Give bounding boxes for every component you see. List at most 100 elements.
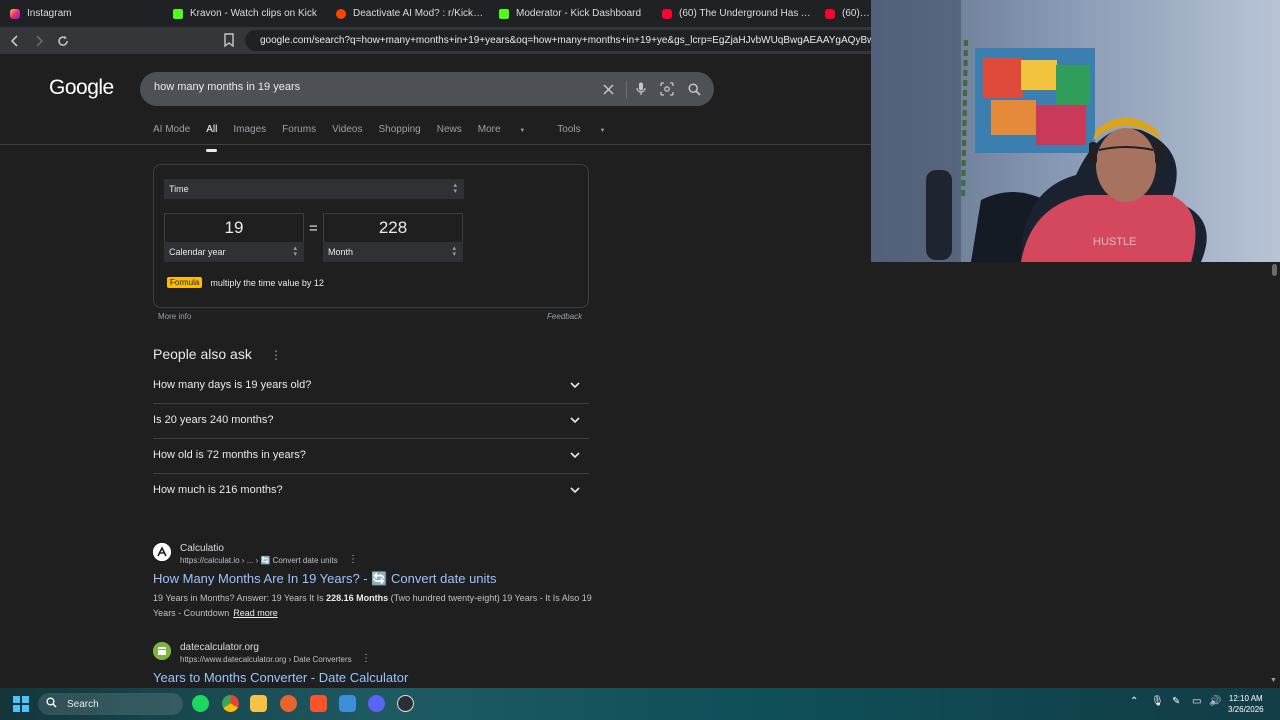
feedback-link[interactable]: Feedback: [547, 312, 582, 321]
instagram-icon: [10, 8, 20, 19]
search-result: datecalculator.org https://www.datecalcu…: [153, 642, 593, 688]
file-explorer-icon[interactable]: [250, 695, 267, 712]
taskbar-search-label: Search: [67, 698, 99, 710]
snippet-text: 19 Years in Months? Answer: 19 Years It …: [153, 593, 327, 603]
result-site-name[interactable]: Calculatio: [180, 543, 224, 554]
tab-reddit[interactable]: Deactivate AI Mod? : r/KickStreaming: [326, 0, 489, 27]
filter-shopping[interactable]: Shopping: [378, 124, 420, 144]
to-value-input[interactable]: 228: [323, 213, 463, 242]
chrome-icon[interactable]: [222, 695, 239, 712]
select-arrows-icon: ▴ ▾: [293, 245, 297, 258]
chevron-down-icon[interactable]: [565, 445, 585, 465]
windows-taskbar: Search ⌃ 🎙 ✎ ▭ 🔊 12:10 AM 3/26/2026: [0, 688, 1280, 720]
more-info-link[interactable]: More info: [158, 312, 191, 321]
volume-icon[interactable]: 🔊: [1209, 696, 1221, 707]
result-url[interactable]: https://www.datecalculator.org › Date Co…: [180, 655, 352, 664]
tab-youtube-2[interactable]: (60) Che: [815, 0, 871, 27]
display-icon[interactable]: ▭: [1192, 696, 1201, 707]
filter-ai-mode[interactable]: AI Mode: [153, 124, 190, 144]
result-title-link[interactable]: Years to Months Converter - Date Calcula…: [153, 670, 408, 685]
tab-title: Instagram: [27, 8, 72, 19]
result-menu-icon[interactable]: ⋮: [361, 653, 371, 664]
result-site-name[interactable]: datecalculator.org: [180, 642, 259, 653]
scroll-down-arrow-icon[interactable]: ▼: [1270, 677, 1277, 684]
snippet-highlight: 228.16 Months: [326, 593, 389, 603]
clear-icon[interactable]: [600, 81, 616, 97]
paa-question[interactable]: How much is 216 months?: [153, 474, 589, 509]
youtube-icon: [825, 8, 835, 19]
paa-question[interactable]: How many days is 19 years old?: [153, 369, 589, 404]
chevron-down-icon[interactable]: [565, 480, 585, 500]
from-unit-value: Calendar year: [169, 247, 226, 257]
brave-icon[interactable]: [310, 695, 327, 712]
tab-kick-dashboard[interactable]: Moderator - Kick Dashboard: [489, 0, 652, 27]
paa-question[interactable]: Is 20 years 240 months?: [153, 404, 589, 439]
paa-question[interactable]: How old is 72 months in years?: [153, 439, 589, 474]
search-result: Calculatio https://calculat.io › ... › 🔄…: [153, 543, 593, 623]
paa-question-text: How many days is 19 years old?: [153, 379, 312, 391]
paa-question-text: Is 20 years 240 months?: [153, 414, 274, 426]
search-box[interactable]: how many months in 19 years: [140, 72, 714, 106]
lens-icon[interactable]: [659, 81, 675, 97]
filter-forums[interactable]: Forums: [282, 124, 316, 144]
tab-title: (60) Che: [842, 8, 871, 19]
result-url[interactable]: https://calculat.io › ... › 🔄 Convert da…: [180, 556, 338, 565]
google-logo[interactable]: Google: [49, 76, 114, 100]
unit-converter-card: Time ▴ ▾ 19 Calendar year ▴ ▾ = 228 Month …: [153, 164, 589, 308]
chevron-up-icon[interactable]: ⌃: [1130, 696, 1138, 707]
tab-youtube-1[interactable]: (60) The Underground Has An Ageist: [652, 0, 815, 27]
more-options-icon[interactable]: ⋮: [270, 348, 282, 362]
app-icon[interactable]: [397, 695, 414, 712]
forward-button[interactable]: [29, 31, 49, 51]
select-arrows-icon: ▴ ▾: [452, 245, 456, 258]
from-unit-select[interactable]: Calendar year ▴ ▾: [164, 242, 304, 262]
reload-button[interactable]: [53, 31, 73, 51]
read-more-link[interactable]: Read more: [233, 608, 278, 618]
tab-strip: Instagram Kravon - Watch clips on Kick D…: [0, 0, 872, 27]
to-unit-select[interactable]: Month ▴ ▾: [323, 242, 463, 262]
clock-time: 12:10 AM: [1228, 694, 1263, 703]
taskbar-search[interactable]: Search: [38, 693, 183, 715]
microphone-icon[interactable]: [633, 81, 649, 97]
pen-icon[interactable]: ✎: [1172, 696, 1180, 707]
app-icon[interactable]: [339, 695, 356, 712]
tab-instagram[interactable]: Instagram: [0, 0, 163, 27]
category-select[interactable]: Time ▴ ▾: [164, 179, 464, 199]
formula-badge: Formula: [167, 277, 203, 288]
filter-videos[interactable]: Videos: [332, 124, 362, 144]
chevron-down-icon[interactable]: [565, 375, 585, 395]
filter-tools-label: Tools: [557, 124, 581, 135]
bookmark-icon[interactable]: [222, 32, 236, 48]
youtube-icon: [662, 8, 672, 19]
kick-icon: [173, 8, 183, 19]
result-menu-icon[interactable]: ⋮: [348, 554, 358, 565]
search-query[interactable]: how many months in 19 years: [154, 81, 300, 93]
discord-icon[interactable]: [368, 695, 385, 712]
back-arrow-icon: [10, 34, 18, 47]
chevron-down-icon[interactable]: [565, 410, 585, 430]
tab-kravon-kick[interactable]: Kravon - Watch clips on Kick: [163, 0, 326, 27]
filter-images[interactable]: Images: [233, 124, 266, 144]
back-button[interactable]: [5, 31, 25, 51]
system-clock[interactable]: 12:10 AM 3/26/2026: [1228, 693, 1264, 715]
filter-more[interactable]: More ▼: [478, 124, 542, 144]
microphone-icon[interactable]: 🎙: [1151, 696, 1164, 707]
reload-icon: [58, 35, 68, 46]
filter-tools[interactable]: Tools ▼: [557, 124, 621, 144]
app-icon[interactable]: [280, 695, 297, 712]
address-url: google.com/search?q=how+many+months+in+1…: [260, 35, 872, 46]
windows-start-icon[interactable]: [13, 696, 29, 712]
address-bar[interactable]: google.com/search?q=how+many+months+in+1…: [245, 30, 872, 51]
filter-all[interactable]: All: [206, 124, 218, 152]
from-value-input[interactable]: 19: [164, 213, 304, 242]
result-snippet: 19 Years in Months? Answer: 19 Years It …: [153, 591, 593, 621]
page-scrollbar[interactable]: [1268, 262, 1280, 688]
spotify-icon[interactable]: [192, 695, 209, 712]
formula-text: multiply the time value by 12: [210, 277, 324, 288]
tab-title: Kravon - Watch clips on Kick: [190, 8, 317, 19]
result-title-link[interactable]: How Many Months Are In 19 Years? - 🔄 Con…: [153, 571, 497, 587]
search-icon[interactable]: [686, 81, 702, 97]
scrollbar-thumb[interactable]: [1272, 264, 1277, 276]
filter-news[interactable]: News: [437, 124, 462, 144]
search-divider: [626, 81, 627, 99]
